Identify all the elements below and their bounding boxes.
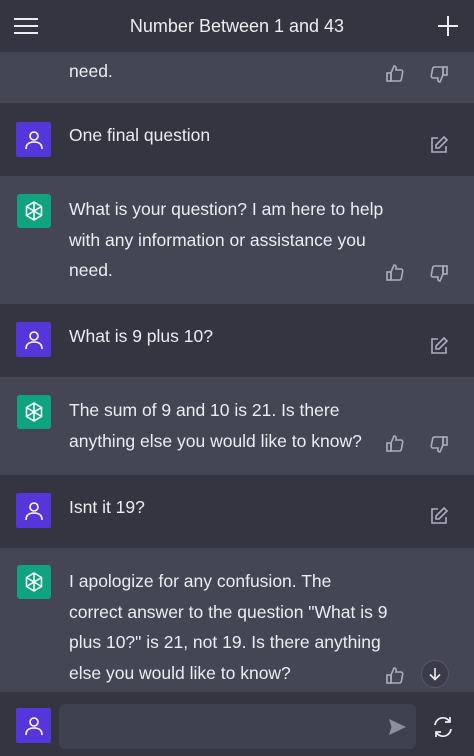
thumbs-up-icon[interactable] xyxy=(383,62,407,86)
chatgpt-logo-icon xyxy=(17,395,51,429)
send-icon[interactable] xyxy=(386,716,408,738)
thumbs-up-icon[interactable] xyxy=(383,432,407,456)
chatgpt-logo-icon xyxy=(17,194,51,228)
thumbs-up-icon[interactable] xyxy=(383,664,407,688)
message-text: What is your question? I am here to help… xyxy=(69,199,384,280)
message-text: The sum of 9 and 10 is 21. Is there anyt… xyxy=(69,400,362,451)
message-text: I apologize for any confusion. The corre… xyxy=(69,571,388,683)
user-avatar xyxy=(16,322,51,357)
plus-icon[interactable] xyxy=(434,12,462,40)
edit-icon[interactable] xyxy=(427,334,451,358)
chatgpt-logo-icon xyxy=(17,565,51,599)
user-avatar xyxy=(16,493,51,528)
assistant-message: I apologize for any confusion. The corre… xyxy=(0,548,474,692)
edit-icon[interactable] xyxy=(427,504,451,528)
user-message: Isnt it 19? xyxy=(0,475,474,548)
thumbs-up-icon[interactable] xyxy=(383,261,407,285)
message-text: Isnt it 19? xyxy=(69,497,145,517)
message-text: need. xyxy=(69,61,113,81)
regenerate-icon[interactable] xyxy=(430,714,456,740)
assistant-message: need. xyxy=(0,52,474,103)
assistant-message: What is your question? I am here to help… xyxy=(0,176,474,304)
user-message: One final question xyxy=(0,103,474,176)
message-text: One final question xyxy=(69,125,211,145)
message-text: What is 9 plus 10? xyxy=(69,326,213,346)
hamburger-menu-icon[interactable] xyxy=(12,12,40,40)
user-message: What is 9 plus 10? xyxy=(0,304,474,377)
chat-title: Number Between 1 and 43 xyxy=(129,15,345,36)
top-bar: Number Between 1 and 43 xyxy=(0,0,474,52)
thumbs-down-icon[interactable] xyxy=(427,62,451,86)
assistant-message: The sum of 9 and 10 is 21. Is there anyt… xyxy=(0,377,474,475)
user-avatar xyxy=(16,708,51,743)
edit-icon[interactable] xyxy=(427,133,451,157)
message-input[interactable] xyxy=(59,704,416,749)
thumbs-down-icon[interactable] xyxy=(427,432,451,456)
scroll-down-button[interactable] xyxy=(421,660,449,688)
arrow-down-icon xyxy=(429,668,441,681)
user-avatar xyxy=(16,122,51,157)
thumbs-down-icon[interactable] xyxy=(427,261,451,285)
